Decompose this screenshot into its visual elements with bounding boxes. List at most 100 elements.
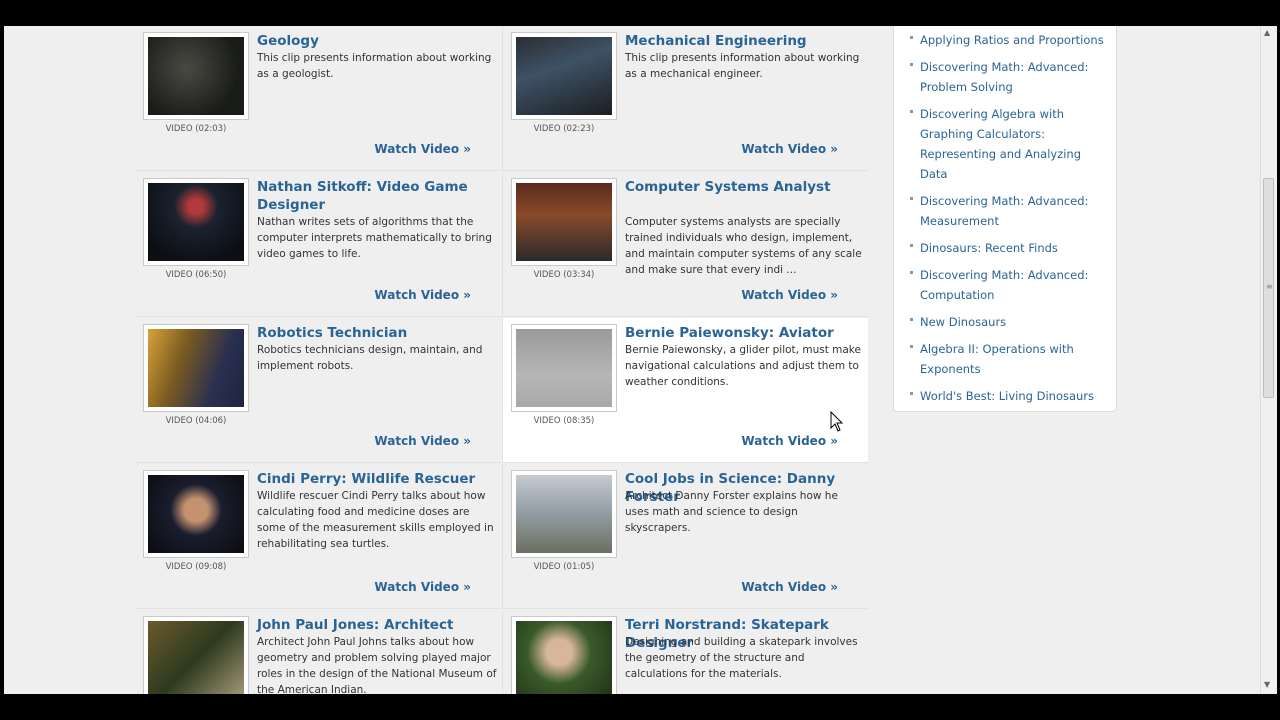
mouse-cursor-icon xyxy=(830,411,844,432)
watch-video-link[interactable]: Watch Video » xyxy=(741,580,838,594)
related-link[interactable]: Discovering Algebra with Graphing Calcul… xyxy=(920,107,1081,181)
video-thumbnail[interactable] xyxy=(511,178,617,266)
related-link[interactable]: Discovering Math: Advanced: Computation xyxy=(920,268,1088,302)
related-link-item[interactable]: Applying Ratios and Proportions xyxy=(908,29,1108,49)
video-description: Bernie Paiewonsky, a glider pilot, must … xyxy=(625,344,861,388)
bullet-icon xyxy=(910,244,913,247)
related-link[interactable]: Applying Ratios and Proportions xyxy=(920,33,1104,47)
watch-video-link[interactable]: Watch Video » xyxy=(741,434,838,448)
thumbnail-image xyxy=(148,37,244,115)
thumbnail-image xyxy=(148,475,244,553)
related-link-item[interactable]: World's Best: Living Dinosaurs xyxy=(908,385,1108,405)
related-link-item[interactable]: New Dinosaurs xyxy=(908,311,1108,331)
video-duration: VIDEO (01:05) xyxy=(533,562,595,572)
video-grid: VIDEO (02:03) Geology This clip presents i… xyxy=(135,26,871,694)
thumbnail-image xyxy=(516,475,612,553)
video-title-link[interactable]: Geology xyxy=(257,32,497,50)
video-title-link[interactable]: John Paul Jones: Architect xyxy=(257,616,497,634)
thumbnail-image xyxy=(516,183,612,261)
watch-video-link[interactable]: Watch Video » xyxy=(374,142,471,156)
video-description: Nathan writes sets of algorithms that th… xyxy=(257,216,492,260)
video-description: This clip presents information about wor… xyxy=(257,52,492,80)
video-description: Robotics technicians design, maintain, a… xyxy=(257,344,483,372)
related-link-item[interactable]: Dinosaurs: Recent Finds xyxy=(908,237,1108,257)
video-card[interactable]: VIDEO (08:35) Bernie Paiewonsky: Aviator B… xyxy=(502,318,868,463)
video-card[interactable]: VIDEO (04:06) Robotics Technician Robotics… xyxy=(135,318,501,463)
related-link-item[interactable]: Discovering Math: Advanced: Measurement xyxy=(908,190,1108,230)
watch-video-link[interactable]: Watch Video » xyxy=(741,288,838,302)
watch-video-link[interactable]: Watch Video » xyxy=(374,580,471,594)
page-viewport: VIDEO (02:03) Geology This clip presents i… xyxy=(4,26,1260,694)
video-duration: VIDEO (06:50) xyxy=(165,270,227,280)
related-link-item[interactable]: Discovering Math: Advanced: Problem Solv… xyxy=(908,56,1108,96)
video-description: Architect Danny Forster explains how he … xyxy=(625,490,838,534)
thumbnail-image xyxy=(148,329,244,407)
related-link[interactable]: Discovering Math: Advanced: Measurement xyxy=(920,194,1088,228)
video-card[interactable]: VIDEO (02:03) Geology This clip presents i… xyxy=(135,26,501,171)
bullet-icon xyxy=(910,197,913,200)
video-title-link[interactable]: Robotics Technician xyxy=(257,324,497,342)
video-card[interactable]: VIDEO (03:34) Computer Systems Analyst Com… xyxy=(502,172,868,317)
video-description: Architect John Paul Johns talks about ho… xyxy=(257,636,497,694)
related-link[interactable]: World's Best: Living Dinosaurs xyxy=(920,389,1094,403)
video-description: This clip presents information about wor… xyxy=(625,52,860,80)
bullet-icon xyxy=(910,345,913,348)
watch-video-link[interactable]: Watch Video » xyxy=(374,434,471,448)
bullet-icon xyxy=(910,271,913,274)
video-thumbnail[interactable] xyxy=(143,616,249,694)
bullet-icon xyxy=(910,110,913,113)
bullet-icon xyxy=(910,36,913,39)
watch-video-link[interactable]: Watch Video » xyxy=(741,142,838,156)
video-thumbnail[interactable] xyxy=(511,32,617,120)
bullet-icon xyxy=(910,63,913,66)
vertical-scrollbar[interactable]: ▲ ≡ ▼ xyxy=(1260,26,1277,694)
video-card[interactable]: VIDEO (02:23) Mechanical Engineering This … xyxy=(502,26,868,171)
video-title-link[interactable]: Cindi Perry: Wildlife Rescuer xyxy=(257,470,497,488)
video-card[interactable]: Terri Norstrand: Skatepark Designer Desig… xyxy=(502,610,868,694)
video-thumbnail[interactable] xyxy=(143,178,249,266)
video-thumbnail[interactable] xyxy=(511,616,617,694)
video-thumbnail[interactable] xyxy=(143,470,249,558)
video-description: Computer systems analysts are specially … xyxy=(625,216,862,276)
video-duration: VIDEO (02:23) xyxy=(533,124,595,134)
video-duration: VIDEO (02:03) xyxy=(165,124,227,134)
video-thumbnail[interactable] xyxy=(511,324,617,412)
thumbnail-image xyxy=(148,183,244,261)
scroll-down-arrow-icon[interactable]: ▼ xyxy=(1264,680,1270,689)
thumbnail-image xyxy=(516,621,612,694)
bullet-icon xyxy=(910,392,913,395)
video-thumbnail[interactable] xyxy=(143,32,249,120)
scrollbar-grip-icon: ≡ xyxy=(1266,282,1273,291)
bullet-icon xyxy=(910,318,913,321)
video-card[interactable]: John Paul Jones: Architect Architect John… xyxy=(135,610,501,694)
related-link-item[interactable]: Algebra II: Operations with Exponents xyxy=(908,338,1108,378)
watch-video-link[interactable]: Watch Video » xyxy=(374,288,471,302)
related-link[interactable]: New Dinosaurs xyxy=(920,315,1006,329)
video-thumbnail[interactable] xyxy=(143,324,249,412)
thumbnail-image xyxy=(516,37,612,115)
scroll-up-arrow-icon[interactable]: ▲ xyxy=(1264,28,1270,37)
video-card[interactable]: VIDEO (09:08) Cindi Perry: Wildlife Rescu… xyxy=(135,464,501,609)
video-description: Wildlife rescuer Cindi Perry talks about… xyxy=(257,490,494,550)
related-link[interactable]: Discovering Math: Advanced: Problem Solv… xyxy=(920,60,1088,94)
video-title-link[interactable]: Nathan Sitkoff: Video Game Designer xyxy=(257,178,497,214)
video-duration: VIDEO (08:35) xyxy=(533,416,595,426)
video-title-link[interactable]: Bernie Paiewonsky: Aviator xyxy=(625,324,865,342)
video-description: Designing and building a skatepark invol… xyxy=(625,636,858,680)
related-link-item[interactable]: Discovering Math: Advanced: Computation xyxy=(908,264,1108,304)
scrollbar-thumb[interactable]: ≡ xyxy=(1263,178,1274,398)
related-content-sidebar: Applying Ratios and Proportions Discoveri… xyxy=(893,26,1117,412)
video-card[interactable]: VIDEO (01:05) Cool Jobs in Science: Danny… xyxy=(502,464,868,609)
related-link[interactable]: Dinosaurs: Recent Finds xyxy=(920,241,1058,255)
video-duration: VIDEO (04:06) xyxy=(165,416,227,426)
video-thumbnail[interactable] xyxy=(511,470,617,558)
video-title-link[interactable]: Mechanical Engineering xyxy=(625,32,865,50)
video-card[interactable]: VIDEO (06:50) Nathan Sitkoff: Video Game … xyxy=(135,172,501,317)
related-link[interactable]: Algebra II: Operations with Exponents xyxy=(920,342,1074,376)
video-duration: VIDEO (09:08) xyxy=(165,562,227,572)
related-link-item[interactable]: Discovering Algebra with Graphing Calcul… xyxy=(908,103,1108,183)
related-links-list: Applying Ratios and Proportions Discoveri… xyxy=(908,29,1108,412)
thumbnail-image xyxy=(148,621,244,694)
video-duration: VIDEO (03:34) xyxy=(533,270,595,280)
video-title-link[interactable]: Computer Systems Analyst xyxy=(625,178,865,196)
